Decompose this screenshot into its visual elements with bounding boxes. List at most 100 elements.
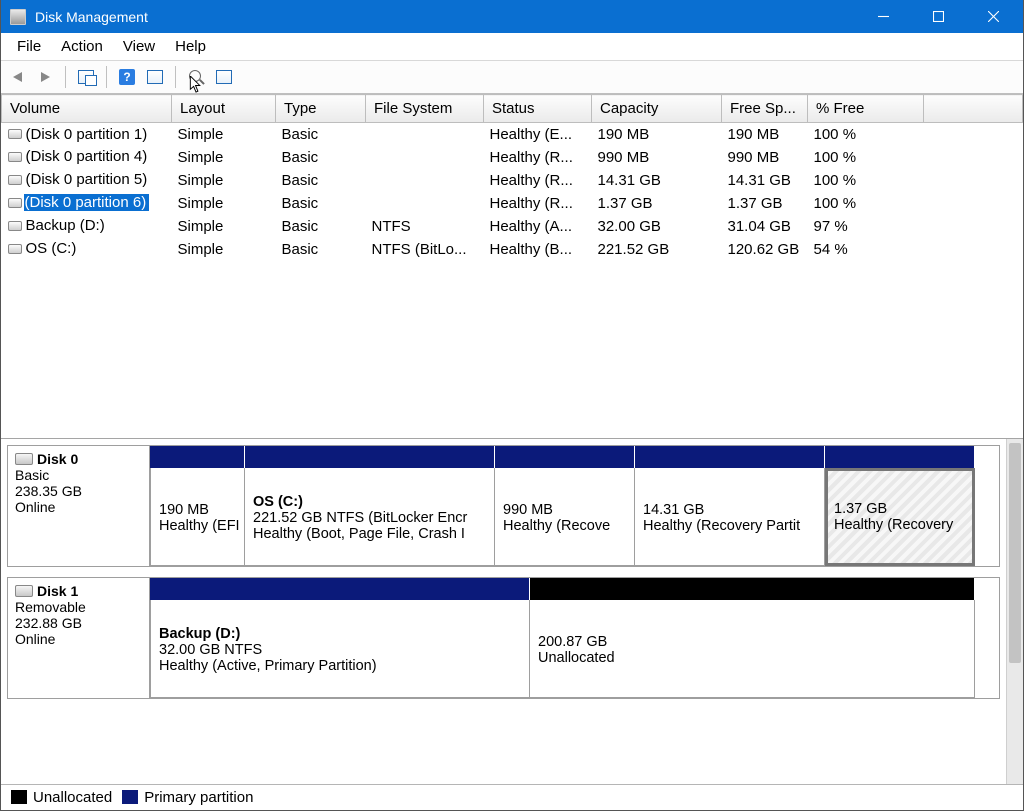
partition-size: 32.00 GB NTFS [159,642,521,658]
col-status[interactable]: Status [484,95,592,123]
menu-help[interactable]: Help [165,35,216,58]
legend-swatch-blue [122,790,138,804]
partition[interactable]: OS (C:)221.52 GB NTFS (BitLocker EncrHea… [245,468,495,566]
table-row[interactable]: (Disk 0 partition 5)SimpleBasicHealthy (… [2,169,1023,192]
disk-icon [8,244,22,254]
col-blank[interactable] [924,95,1023,123]
menu-file[interactable]: File [7,35,51,58]
menubar: File Action View Help [1,33,1023,61]
graphical-view-pane: Disk 0 Basic 238.35 GB Online190 MBHealt… [1,439,1023,784]
disk-status: Online [15,631,142,647]
legend-swatch-black [11,790,27,804]
disk-type: Removable [15,599,142,615]
cell-fs: NTFS [366,215,484,238]
table-row[interactable]: Backup (D:)SimpleBasicNTFSHealthy (A...3… [2,215,1023,238]
cell-capacity: 1.37 GB [592,192,722,215]
col-volume[interactable]: Volume [2,95,172,123]
cell-free: 14.31 GB [722,169,808,192]
app-icon [10,9,26,25]
cell-free: 990 MB [722,146,808,169]
disk-name: Disk 0 [37,451,78,467]
minimize-button[interactable] [856,0,911,33]
col-free-space[interactable]: Free Sp... [722,95,808,123]
cell-status: Healthy (R... [484,146,592,169]
forward-button[interactable] [33,65,57,89]
disk-size: 232.88 GB [15,615,142,631]
disk-row[interactable]: Disk 1 Removable 232.88 GB OnlineBackup … [7,577,1000,699]
table-row[interactable]: (Disk 0 partition 6)SimpleBasicHealthy (… [2,192,1023,215]
legend-unallocated: Unallocated [11,789,112,806]
legend-primary: Primary partition [122,789,253,806]
partition[interactable]: 990 MBHealthy (Recove [495,468,635,566]
partition-size: 14.31 GB [643,502,816,518]
partition-size: 200.87 GB [538,634,966,650]
cell-fs [366,192,484,215]
partition-status: Healthy (Boot, Page File, Crash I [253,526,486,542]
close-button[interactable] [966,0,1021,33]
disk-row[interactable]: Disk 0 Basic 238.35 GB Online190 MBHealt… [7,445,1000,567]
cell-capacity: 990 MB [592,146,722,169]
disk-label[interactable]: Disk 0 Basic 238.35 GB Online [8,446,150,566]
cell-fs [366,123,484,146]
cell-pct: 100 % [808,169,924,192]
action-list-button[interactable] [143,65,167,89]
disk-icon [8,129,22,139]
window-title: Disk Management [35,9,856,25]
volume-name: (Disk 0 partition 5) [26,171,148,188]
cell-status: Healthy (E... [484,123,592,146]
table-row[interactable]: (Disk 0 partition 1)SimpleBasicHealthy (… [2,123,1023,146]
partition-status: Unallocated [538,650,966,666]
partition[interactable]: 200.87 GBUnallocated [530,600,975,698]
titlebar[interactable]: Disk Management [1,0,1023,33]
partition[interactable]: 190 MBHealthy (EFI [150,468,245,566]
partition[interactable]: 1.37 GBHealthy (Recovery [825,468,975,566]
partition[interactable]: Backup (D:)32.00 GB NTFSHealthy (Active,… [150,600,530,698]
properties-button[interactable] [184,65,208,89]
col-layout[interactable]: Layout [172,95,276,123]
show-hide-console-tree-button[interactable] [74,65,98,89]
cell-layout: Simple [172,238,276,261]
cell-fs: NTFS (BitLo... [366,238,484,261]
help-button[interactable]: ? [115,65,139,89]
disk-icon [15,453,33,465]
col-filesystem[interactable]: File System [366,95,484,123]
cell-capacity: 190 MB [592,123,722,146]
cell-pct: 54 % [808,238,924,261]
cell-type: Basic [276,215,366,238]
disk-icon [8,152,22,162]
col-pct-free[interactable]: % Free [808,95,924,123]
table-row[interactable]: OS (C:)SimpleBasicNTFS (BitLo...Healthy … [2,238,1023,261]
window: Disk Management File Action View Help ? [0,0,1024,811]
col-type[interactable]: Type [276,95,366,123]
partition[interactable]: 14.31 GBHealthy (Recovery Partit [635,468,825,566]
extra-button[interactable] [212,65,236,89]
partition-status: Healthy (Active, Primary Partition) [159,658,521,674]
cell-layout: Simple [172,123,276,146]
cell-status: Healthy (B... [484,238,592,261]
disk-status: Online [15,499,142,515]
partition-status: Healthy (Recovery [834,517,966,533]
partition-size: 1.37 GB [834,501,966,517]
legend: Unallocated Primary partition [1,784,1023,810]
cell-layout: Simple [172,169,276,192]
volume-list-pane[interactable]: Volume Layout Type File System Status Ca… [1,94,1023,439]
cell-type: Basic [276,123,366,146]
disk-label[interactable]: Disk 1 Removable 232.88 GB Online [8,578,150,698]
partition-status: Healthy (Recove [503,518,626,534]
toolbar: ? [1,61,1023,94]
vertical-scrollbar[interactable] [1006,439,1023,784]
table-row[interactable]: (Disk 0 partition 4)SimpleBasicHealthy (… [2,146,1023,169]
cell-layout: Simple [172,215,276,238]
maximize-button[interactable] [911,0,966,33]
cell-pct: 97 % [808,215,924,238]
menu-view[interactable]: View [113,35,165,58]
cell-pct: 100 % [808,123,924,146]
toolbar-separator [106,66,107,88]
graphical-view[interactable]: Disk 0 Basic 238.35 GB Online190 MBHealt… [1,439,1006,784]
back-button[interactable] [5,65,29,89]
menu-action[interactable]: Action [51,35,113,58]
scrollbar-thumb[interactable] [1009,443,1021,663]
cell-type: Basic [276,169,366,192]
col-capacity[interactable]: Capacity [592,95,722,123]
volumes-table[interactable]: Volume Layout Type File System Status Ca… [1,94,1023,261]
